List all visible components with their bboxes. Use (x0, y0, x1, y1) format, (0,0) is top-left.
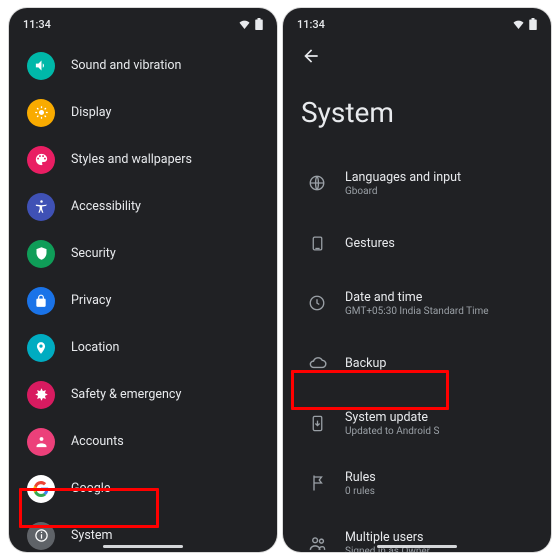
back-arrow-icon (301, 46, 321, 66)
system-row-backup[interactable]: Backup (283, 333, 551, 393)
system-row-datetime[interactable]: Date and time GMT+05:30 India Standard T… (283, 273, 551, 333)
status-icons (238, 18, 263, 30)
sound-icon (27, 52, 55, 80)
top-app-bar (283, 36, 551, 76)
lock-icon (27, 287, 55, 315)
settings-row-security[interactable]: Security (9, 230, 277, 277)
status-time: 11:34 (23, 18, 51, 31)
label: Location (71, 340, 119, 355)
label: Display (71, 105, 111, 120)
label: System update (345, 410, 439, 425)
settings-row-styles[interactable]: Styles and wallpapers (9, 136, 277, 183)
accessibility-icon (27, 193, 55, 221)
label: Date and time (345, 290, 489, 305)
system-row-rules[interactable]: Rules 0 rules (283, 453, 551, 513)
label: Languages and input (345, 170, 461, 185)
label: Accessibility (71, 199, 141, 214)
status-bar: 11:34 (283, 8, 551, 36)
label: Accounts (71, 434, 124, 449)
emergency-icon (27, 381, 55, 409)
system-list: Languages and input Gboard Gestures Date… (283, 153, 551, 552)
info-icon (27, 522, 55, 550)
sublabel: GMT+05:30 India Standard Time (345, 306, 489, 317)
settings-row-google[interactable]: Google (9, 465, 277, 512)
page-title: System (283, 76, 551, 153)
status-bar: 11:34 (9, 8, 277, 36)
label: Multiple users (345, 530, 430, 545)
settings-row-sound[interactable]: Sound and vibration (9, 42, 277, 89)
display-icon (27, 99, 55, 127)
label: Styles and wallpapers (71, 152, 192, 167)
globe-icon (299, 174, 335, 192)
settings-row-accounts[interactable]: Accounts (9, 418, 277, 465)
system-row-gestures[interactable]: Gestures (283, 213, 551, 273)
wifi-icon (512, 19, 525, 29)
settings-row-display[interactable]: Display (9, 89, 277, 136)
system-row-system-update[interactable]: System update Updated to Android S (283, 393, 551, 453)
location-icon (27, 334, 55, 362)
settings-row-safety[interactable]: Safety & emergency (9, 371, 277, 418)
label: Security (71, 246, 116, 261)
system-screen-right: 11:34 System Languages and input Gboard (283, 8, 551, 552)
label: Privacy (71, 293, 111, 308)
label: Rules (345, 470, 376, 485)
accounts-icon (27, 428, 55, 456)
label: Gestures (345, 236, 395, 251)
status-time: 11:34 (297, 18, 325, 31)
label: Google (71, 481, 110, 496)
sublabel: Updated to Android S (345, 426, 439, 437)
system-row-languages[interactable]: Languages and input Gboard (283, 153, 551, 213)
clock-icon (299, 294, 335, 312)
palette-icon (27, 146, 55, 174)
nav-handle[interactable] (377, 545, 457, 548)
battery-icon (255, 18, 263, 30)
wifi-icon (238, 19, 251, 29)
status-icons (512, 18, 537, 30)
label: Sound and vibration (71, 58, 181, 73)
nav-handle[interactable] (103, 545, 183, 548)
battery-icon (529, 18, 537, 30)
settings-screen-left: 11:34 Sound and vibration Display Styles… (9, 8, 277, 552)
rules-icon (299, 474, 335, 492)
cloud-icon (299, 354, 335, 373)
sublabel: 0 rules (345, 486, 376, 497)
label: Safety & emergency (71, 387, 181, 402)
google-icon (27, 475, 55, 503)
users-icon (299, 534, 335, 553)
gestures-icon (299, 235, 335, 252)
back-button[interactable] (293, 38, 329, 74)
settings-list: Sound and vibration Display Styles and w… (9, 36, 277, 552)
system-update-icon (299, 415, 335, 432)
shield-icon (27, 240, 55, 268)
label: System (71, 528, 112, 543)
settings-row-privacy[interactable]: Privacy (9, 277, 277, 324)
settings-row-location[interactable]: Location (9, 324, 277, 371)
settings-row-accessibility[interactable]: Accessibility (9, 183, 277, 230)
sublabel: Gboard (345, 186, 461, 197)
label: Backup (345, 356, 386, 371)
